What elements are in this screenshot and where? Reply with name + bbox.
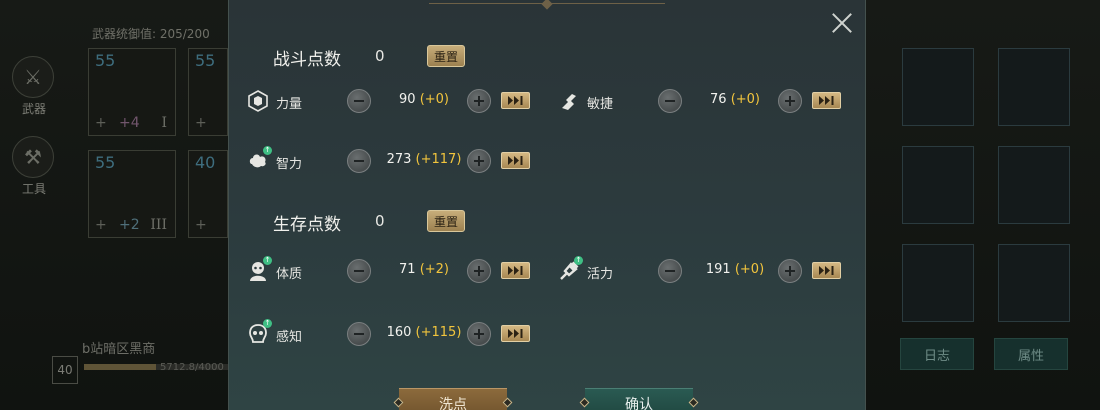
confirm-button[interactable]: 确认 — [579, 388, 699, 410]
equipment-slot[interactable]: 40 + — [188, 150, 228, 238]
stat-value: 273 (+117) — [386, 152, 462, 167]
combat-reset-button[interactable]: 重置 — [427, 45, 465, 67]
stat-name: 智力 — [276, 157, 303, 172]
weapon-icon: ⚔ — [24, 65, 42, 89]
decrease-button[interactable] — [658, 259, 682, 283]
ornament-icon — [579, 397, 590, 408]
stat-row-intellect: ↑ 智力 273 (+117) — [247, 146, 547, 177]
stat-value: 90 (+0) — [399, 92, 449, 107]
close-icon[interactable] — [829, 10, 855, 36]
max-button[interactable] — [501, 152, 530, 169]
stat-name: 感知 — [276, 330, 303, 345]
upgrade-available-icon: ↑ — [263, 319, 272, 328]
survival-points-value: 0 — [375, 212, 385, 230]
max-button[interactable] — [501, 92, 530, 109]
stat-row-strength: 力量 90 (+0) — [247, 89, 547, 117]
stat-row-vitality: ↑ 活力 191 (+0) — [558, 256, 858, 287]
region-progress-value: 5712.8/4000 — [160, 362, 224, 373]
upgrade-available-icon: ↑ — [574, 256, 583, 265]
region-name: b站暗区黑商 — [82, 342, 156, 357]
increase-button[interactable] — [778, 89, 802, 113]
armor-slot[interactable] — [998, 48, 1070, 126]
stat-value: 71 (+2) — [399, 262, 449, 277]
stat-name: 力量 — [276, 97, 303, 112]
inventory-panel: 武器统御值: 205/200 ⚔ 武器 ⚒ 工具 55 + +4 I 55 + … — [0, 0, 228, 410]
tool-slot[interactable] — [902, 244, 974, 322]
tool-slot[interactable] — [998, 244, 1070, 322]
combat-points-value: 0 — [375, 47, 385, 65]
equipment-slot[interactable]: 55 + +4 I — [88, 48, 176, 136]
attributes-tab[interactable]: 属性 — [994, 338, 1068, 370]
decrease-button[interactable] — [347, 149, 371, 173]
max-button[interactable] — [812, 262, 841, 279]
max-button[interactable] — [501, 325, 530, 342]
increase-button[interactable] — [467, 322, 491, 346]
stat-value: 191 (+0) — [705, 262, 765, 277]
agility-icon — [558, 90, 580, 112]
region-level-badge: 40 — [52, 356, 78, 384]
stat-name: 敏捷 — [587, 97, 614, 112]
ornament-icon — [393, 397, 404, 408]
increase-button[interactable] — [467, 149, 491, 173]
log-tab[interactable]: 日志 — [900, 338, 974, 370]
increase-button[interactable] — [778, 259, 802, 283]
weapon-tab-label: 武器 — [21, 102, 46, 116]
strength-icon — [247, 90, 269, 112]
equipment-panel: 日志 属性 — [866, 0, 1100, 410]
ornament-icon — [688, 397, 699, 408]
wash-points-button[interactable]: 洗点 — [393, 388, 513, 410]
stat-row-perception: ↑ 感知 160 (+115) — [247, 319, 547, 350]
survival-reset-button[interactable]: 重置 — [427, 210, 465, 232]
upgrade-available-icon: ↑ — [263, 146, 272, 155]
weapon-tab-button[interactable]: ⚔ — [12, 56, 54, 98]
armor-slot[interactable] — [902, 48, 974, 126]
ornament-icon — [502, 397, 513, 408]
max-button[interactable] — [501, 262, 530, 279]
decrease-button[interactable] — [347, 259, 371, 283]
decrease-button[interactable] — [658, 89, 682, 113]
max-button[interactable] — [812, 92, 841, 109]
increase-button[interactable] — [467, 259, 491, 283]
armor-slot[interactable] — [902, 146, 974, 224]
stat-name: 体质 — [276, 267, 303, 282]
weapon-command-value: 武器统御值: 205/200 — [92, 27, 210, 41]
attribute-points-dialog: 战斗点数 0 重置 力量 90 (+0) 敏捷 76 (+0) ↑ 智力 273… — [228, 0, 866, 410]
armor-slot[interactable] — [998, 146, 1070, 224]
dialog-top-ornament-gem — [541, 0, 553, 10]
stat-value: 76 (+0) — [710, 92, 760, 107]
equipment-slot[interactable]: 55 + +2 III — [88, 150, 176, 238]
tool-icon: ⚒ — [24, 145, 42, 169]
equipment-slot[interactable]: 55 + — [188, 48, 228, 136]
region-progress-fill — [84, 364, 156, 370]
stat-row-constitution: ↑ 体质 71 (+2) — [247, 256, 547, 287]
wash-points-label: 洗点 — [439, 396, 467, 410]
upgrade-available-icon: ↑ — [263, 256, 272, 265]
decrease-button[interactable] — [347, 322, 371, 346]
stat-row-agility: 敏捷 76 (+0) — [558, 89, 858, 117]
combat-points-title: 战斗点数 — [273, 50, 341, 70]
stat-value: 160 (+115) — [386, 325, 462, 340]
decrease-button[interactable] — [347, 89, 371, 113]
increase-button[interactable] — [467, 89, 491, 113]
confirm-label: 确认 — [625, 396, 653, 410]
tool-tab-label: 工具 — [21, 182, 46, 196]
survival-points-title: 生存点数 — [273, 215, 341, 235]
tool-tab-button[interactable]: ⚒ — [12, 136, 54, 178]
stat-name: 活力 — [587, 267, 614, 282]
